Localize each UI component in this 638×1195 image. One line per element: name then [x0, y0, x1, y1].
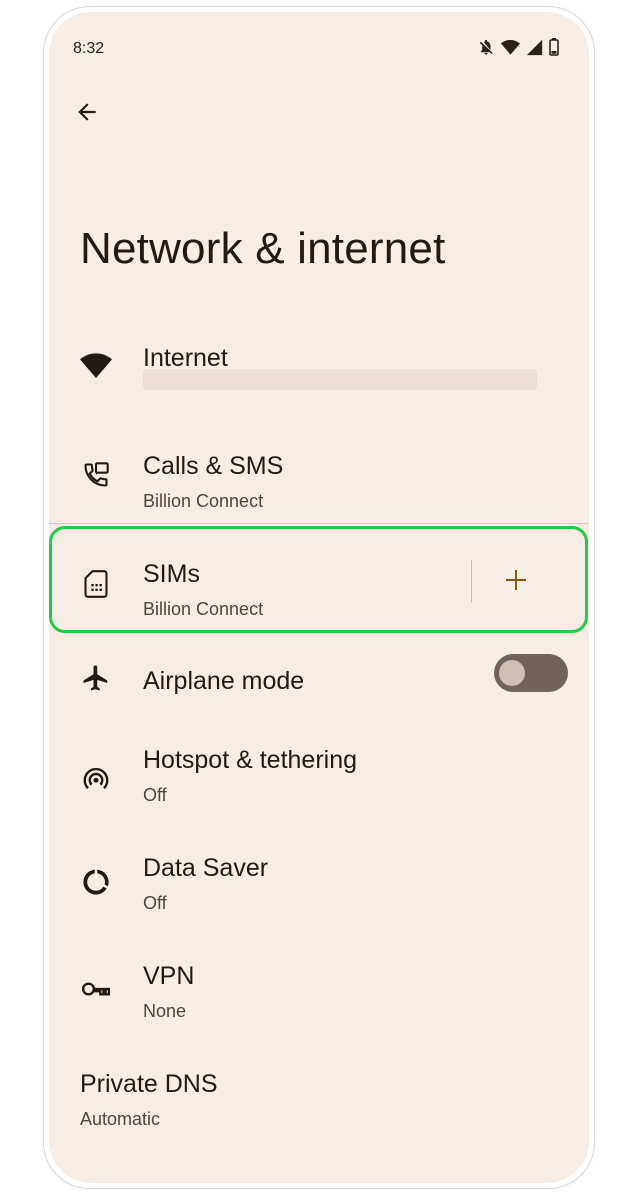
- cell-signal-icon: [526, 39, 543, 56]
- status-icons: [477, 38, 559, 56]
- back-button[interactable]: [69, 96, 105, 132]
- settings-item-data-saver[interactable]: Data Saver Off: [49, 832, 589, 932]
- item-subtitle: None: [143, 1001, 187, 1021]
- wifi-icon: [78, 348, 114, 384]
- wifi-icon: [501, 39, 520, 56]
- battery-icon: [549, 38, 559, 56]
- arrow-left-icon: [74, 99, 100, 130]
- item-title: Hotspot & tethering: [143, 746, 358, 774]
- airplane-mode-toggle[interactable]: [494, 654, 568, 692]
- item-title: Data Saver: [143, 854, 269, 882]
- settings-item-private-dns[interactable]: Private DNS Automatic: [49, 1048, 589, 1148]
- item-title: Calls & SMS: [143, 452, 284, 480]
- phone-message-icon: [78, 457, 114, 493]
- internet-status-placeholder: [143, 369, 537, 390]
- page-title: Network & internet: [80, 224, 446, 273]
- item-subtitle: Off: [143, 893, 167, 913]
- item-subtitle: Automatic: [80, 1109, 161, 1129]
- item-title: VPN: [143, 962, 195, 990]
- item-subtitle: Billion Connect: [143, 491, 264, 511]
- item-title: Airplane mode: [143, 667, 305, 695]
- settings-item-hotspot[interactable]: Hotspot & tethering Off: [49, 724, 589, 824]
- key-icon: [78, 971, 114, 1007]
- toggle-knob: [499, 660, 525, 686]
- settings-screen: 8:32 Network & internet Internet Calls &…: [49, 12, 589, 1183]
- item-subtitle: Off: [143, 785, 167, 805]
- hotspot-icon: [78, 761, 114, 797]
- item-title: Private DNS: [80, 1070, 218, 1098]
- airplane-icon: [78, 660, 114, 696]
- notifications-off-icon: [477, 38, 495, 56]
- data-saver-icon: [78, 864, 114, 900]
- settings-item-vpn[interactable]: VPN None: [49, 940, 589, 1040]
- status-time: 8:32: [73, 40, 105, 57]
- phone-frame: 8:32 Network & internet Internet Calls &…: [44, 7, 594, 1188]
- sims-highlight-outline: [49, 526, 588, 633]
- status-bar: 8:32: [49, 12, 589, 72]
- divider: [49, 523, 589, 524]
- settings-item-calls-sms[interactable]: Calls & SMS Billion Connect: [49, 427, 589, 522]
